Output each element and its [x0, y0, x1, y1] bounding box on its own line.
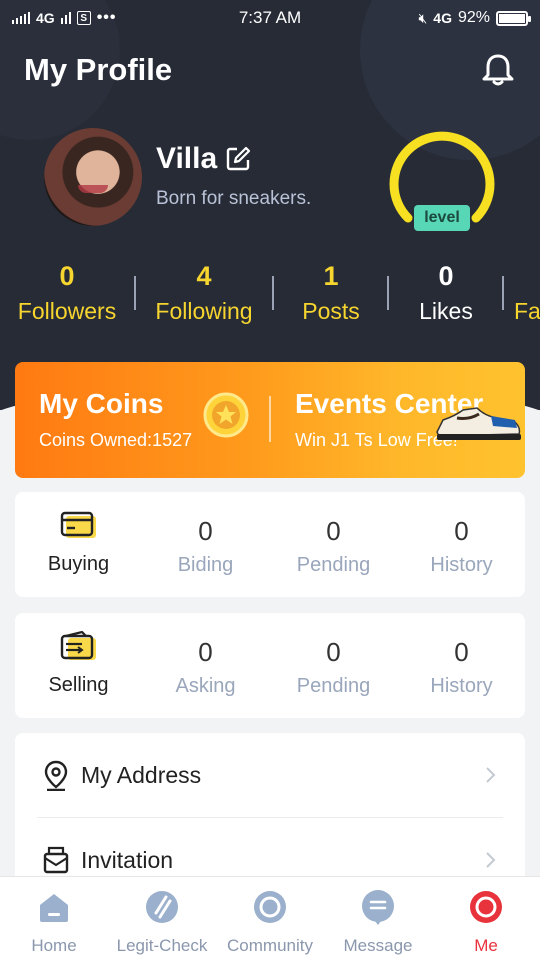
- tab-label: Legit-Check: [116, 936, 208, 955]
- tab-label: Home: [31, 936, 77, 955]
- stat-following[interactable]: 4 Following: [144, 258, 264, 325]
- envelope-icon: [43, 846, 69, 874]
- mute-icon: 🔇︎: [418, 9, 428, 26]
- chevron-right-icon: [486, 767, 496, 783]
- tab-label: Community: [227, 936, 313, 955]
- stat-value: [514, 258, 540, 294]
- buying-card: Buying 0 Biding 0 Pending 0 History: [15, 492, 525, 597]
- stat-divider: [272, 276, 274, 310]
- signal-icon: [12, 12, 30, 24]
- sneaker-icon: [436, 407, 521, 440]
- coin-icon: [203, 392, 249, 438]
- network-label: 4G: [36, 10, 55, 26]
- stat-label: Fa: [514, 298, 540, 324]
- stat-favorites[interactable]: Fa: [514, 258, 540, 325]
- stat-value: 0: [438, 261, 454, 291]
- buying-history-count: 0: [454, 516, 469, 546]
- app-notification-icon: S: [76, 11, 91, 25]
- buying-biding-count: 0: [198, 516, 213, 546]
- bell-icon[interactable]: [478, 50, 518, 90]
- card-icon: [60, 511, 96, 538]
- buying-pending-label: Pending: [296, 554, 371, 576]
- stat-divider: [502, 276, 504, 310]
- stat-label: Posts: [302, 298, 360, 324]
- buying-history-label: History: [430, 554, 493, 576]
- me-icon: [470, 891, 502, 923]
- coins-events-banner: My Coins Coins Owned:1527 Events Center …: [15, 362, 525, 478]
- username: Villa: [156, 142, 218, 175]
- profile-bio: Born for sneakers.: [156, 188, 312, 209]
- edit-icon[interactable]: [225, 146, 251, 172]
- stats-row: 0 Followers 4 Following 1 Posts 0 Likes …: [0, 258, 540, 338]
- selling-pending[interactable]: 0 Pending: [270, 613, 397, 718]
- buying-pending-count: 0: [326, 516, 341, 546]
- stat-label: Likes: [419, 298, 473, 324]
- stat-likes[interactable]: 0 Likes: [398, 258, 494, 325]
- message-icon: [362, 890, 394, 925]
- my-coins-title[interactable]: My Coins: [39, 388, 163, 420]
- selling-asking-label: Asking: [175, 675, 236, 697]
- menu-item-my-address[interactable]: My Address: [15, 733, 525, 818]
- tab-message[interactable]: Message: [324, 877, 432, 960]
- stat-value: 4: [196, 261, 212, 291]
- tab-label: Me: [474, 936, 498, 955]
- menu-item-label: Invitation: [81, 847, 174, 873]
- stat-posts[interactable]: 1 Posts: [282, 258, 380, 325]
- selling-history-count: 0: [454, 637, 469, 667]
- buying-label: Buying: [47, 553, 110, 575]
- tab-community[interactable]: Community: [216, 877, 324, 960]
- tab-me[interactable]: Me: [432, 877, 540, 960]
- clock: 7:37 AM: [238, 8, 302, 27]
- stat-divider: [387, 276, 389, 310]
- battery-icon: [496, 10, 531, 26]
- tab-label: Message: [343, 936, 413, 955]
- status-bar: 4G S ••• 7:37 AM 🔇︎ 4G 92%: [0, 0, 540, 36]
- selling-history[interactable]: 0 History: [398, 613, 525, 718]
- buying-biding-label: Biding: [177, 554, 234, 576]
- menu-item-label: My Address: [81, 762, 202, 788]
- legit-check-icon: [146, 891, 178, 923]
- stat-label: Following: [155, 298, 253, 324]
- location-pin-icon: [44, 760, 68, 791]
- selling-history-label: History: [430, 675, 493, 697]
- page-title: My Profile: [24, 52, 173, 87]
- avatar[interactable]: [44, 128, 142, 226]
- tab-home[interactable]: Home: [0, 877, 108, 960]
- buying-pending[interactable]: 0 Pending: [270, 492, 397, 597]
- stat-value: 0: [59, 261, 75, 291]
- more-notifications-icon: •••: [96, 9, 117, 26]
- menu-list: My Address Invitation: [15, 733, 525, 893]
- stat-followers[interactable]: 0 Followers: [8, 258, 126, 325]
- selling-asking[interactable]: 0 Asking: [142, 613, 269, 718]
- community-icon: [254, 891, 286, 923]
- chevron-right-icon: [486, 852, 496, 868]
- level-badge[interactable]: level: [414, 205, 470, 231]
- bottom-tab-bar: Home Legit-Check Community Message Me: [0, 876, 540, 960]
- buying-biding[interactable]: 0 Biding: [142, 492, 269, 597]
- signal-icon: [60, 12, 71, 24]
- stat-divider: [134, 276, 136, 310]
- coins-owned[interactable]: Coins Owned:1527: [39, 430, 192, 451]
- buying-button[interactable]: Buying: [15, 492, 142, 597]
- selling-asking-count: 0: [198, 637, 213, 667]
- selling-button[interactable]: Selling: [15, 613, 142, 718]
- stat-label: Followers: [17, 298, 117, 324]
- selling-card: Selling 0 Asking 0 Pending 0 History: [15, 613, 525, 718]
- wallet-icon: [60, 630, 96, 660]
- selling-pending-count: 0: [326, 637, 341, 667]
- selling-pending-label: Pending: [296, 675, 371, 697]
- buying-history[interactable]: 0 History: [398, 492, 525, 597]
- battery-percent: 92%: [457, 9, 490, 26]
- banner-divider: [269, 396, 271, 442]
- tab-legit-check[interactable]: Legit-Check: [108, 877, 216, 960]
- network-right-label: 4G: [433, 10, 452, 26]
- selling-label: Selling: [48, 674, 109, 696]
- home-icon: [40, 894, 68, 922]
- stat-value: 1: [323, 261, 339, 291]
